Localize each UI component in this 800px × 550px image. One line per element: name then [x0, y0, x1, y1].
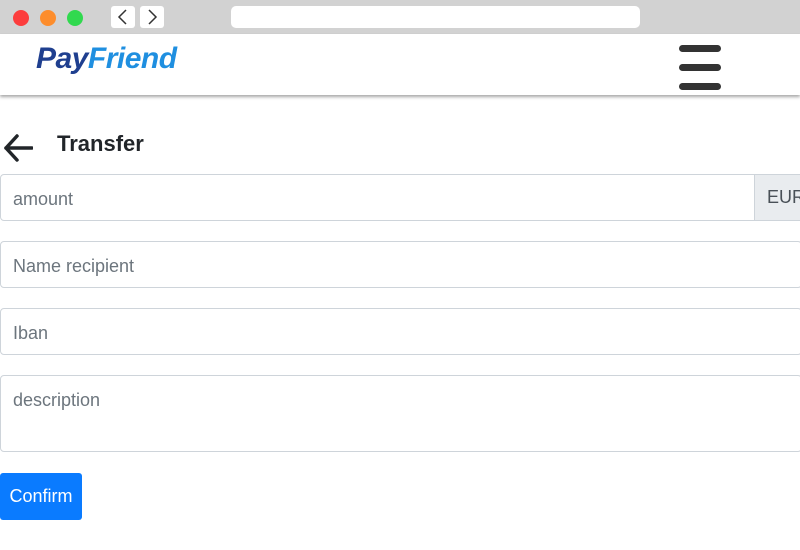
logo-text-pay: Pay	[36, 42, 88, 75]
recipient-name-input[interactable]: Name recipient	[0, 241, 800, 288]
description-textarea[interactable]: description	[0, 375, 800, 452]
window-close-button[interactable]	[13, 10, 29, 26]
recipient-placeholder: Name recipient	[13, 256, 135, 276]
description-placeholder: description	[13, 390, 101, 410]
browser-back-button[interactable]	[111, 6, 135, 28]
app-header: PayFriend	[0, 34, 800, 95]
browser-forward-button[interactable]	[140, 6, 164, 28]
chevron-left-icon	[117, 9, 127, 25]
address-bar[interactable]	[231, 6, 640, 28]
confirm-button[interactable]: Confirm	[0, 473, 82, 520]
arrow-left-icon[interactable]	[3, 133, 33, 163]
window-maximize-button[interactable]	[67, 10, 83, 26]
iban-input[interactable]: Iban	[0, 308, 800, 355]
payfriend-logo[interactable]: PayFriend	[36, 42, 177, 76]
window-minimize-button[interactable]	[40, 10, 56, 26]
hamburger-menu-icon[interactable]	[679, 45, 721, 91]
iban-placeholder: Iban	[13, 323, 49, 343]
amount-placeholder: amount	[13, 189, 74, 209]
chevron-right-icon	[148, 9, 158, 25]
page-title: Transfer	[57, 131, 144, 156]
browser-toolbar	[0, 0, 800, 34]
logo-text-friend: Friend	[87, 42, 177, 75]
currency-addon: EUR	[754, 174, 800, 221]
amount-input[interactable]: amount	[0, 174, 755, 221]
